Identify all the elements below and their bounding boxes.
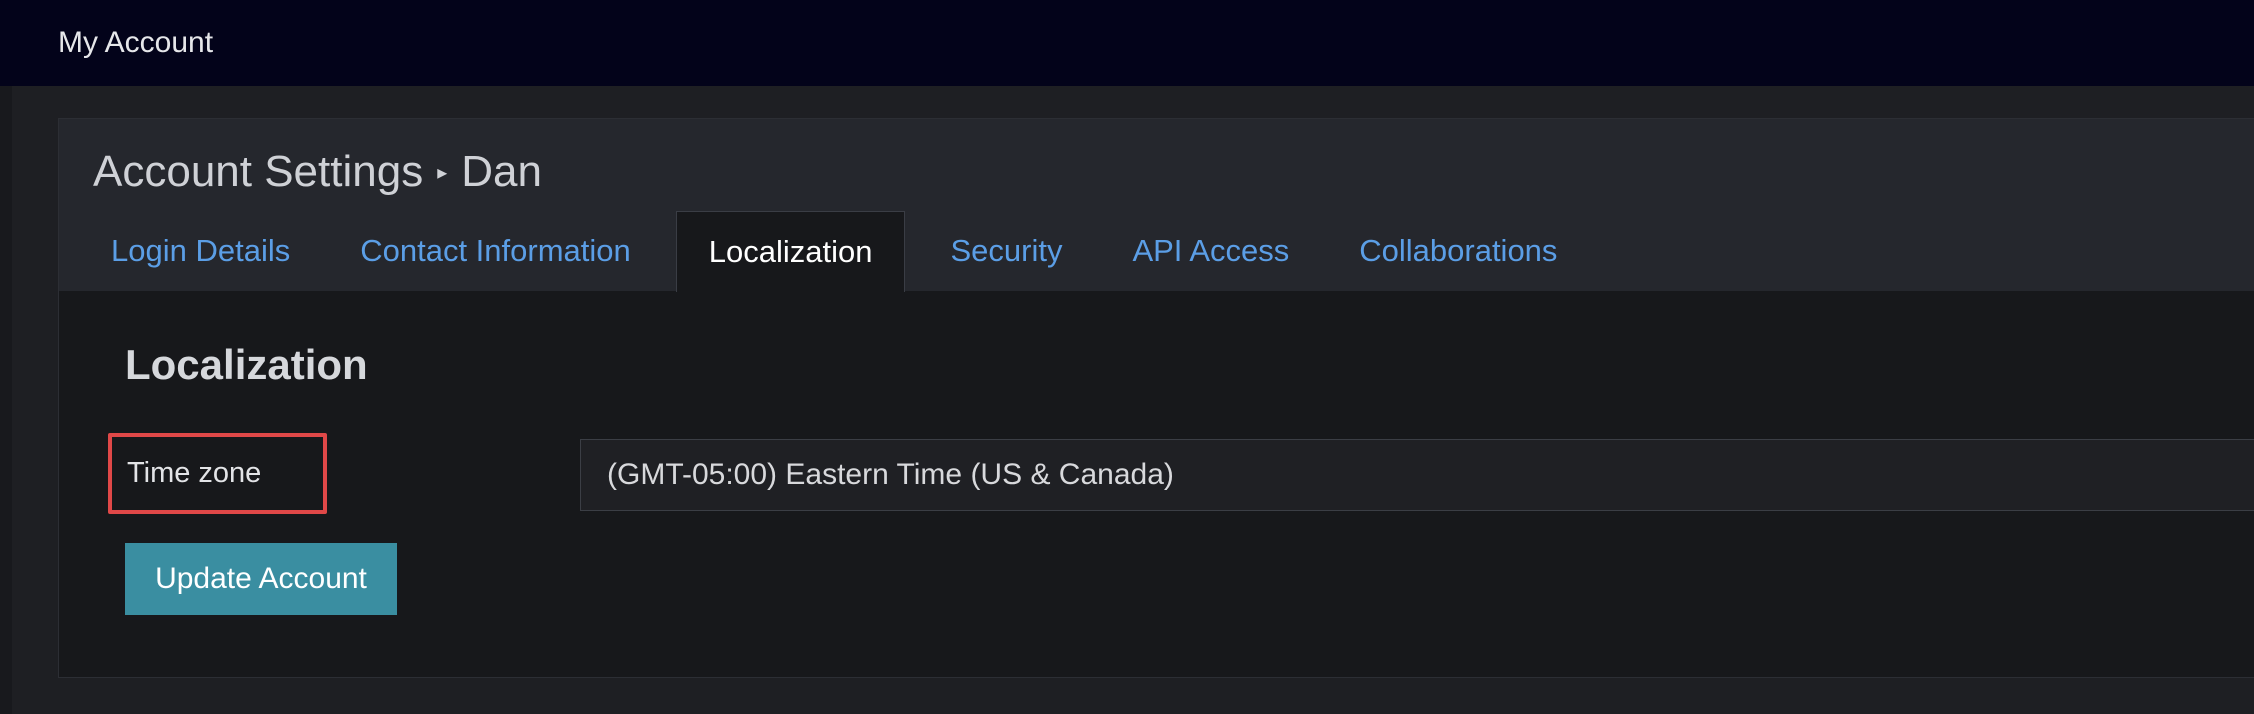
tab-api-access[interactable]: API Access [1107,211,1314,291]
left-edge-strip [0,86,12,714]
tab-login-details[interactable]: Login Details [86,211,315,291]
tab-collaborations[interactable]: Collaborations [1334,211,1582,291]
timezone-label: Time zone [127,457,262,489]
settings-panel: Account Settings ▸ Dan Login Details Con… [58,118,2254,678]
section-title: Localization [125,341,368,388]
page-title-user: Dan [461,147,542,196]
update-account-button[interactable]: Update Account [125,543,397,615]
app-title: My Account [58,26,214,59]
timezone-select-value: (GMT-05:00) Eastern Time (US & Canada) [607,458,1174,491]
page-title-text: Account Settings [93,147,424,196]
tab-localization[interactable]: Localization [675,211,906,292]
settings-tabs: Login Details Contact Information Locali… [59,211,1582,292]
panel-header: Account Settings ▸ Dan Login Details Con… [59,119,2254,292]
page-title: Account Settings ▸ Dan [93,147,542,197]
breadcrumb-separator-icon: ▸ [437,161,448,184]
tab-security[interactable]: Security [925,211,1087,291]
tab-contact-information[interactable]: Contact Information [335,211,656,291]
timezone-select[interactable]: (GMT-05:00) Eastern Time (US & Canada) [580,439,2254,511]
timezone-label-highlight: Time zone [108,433,327,514]
top-bar: My Account [0,0,2254,86]
